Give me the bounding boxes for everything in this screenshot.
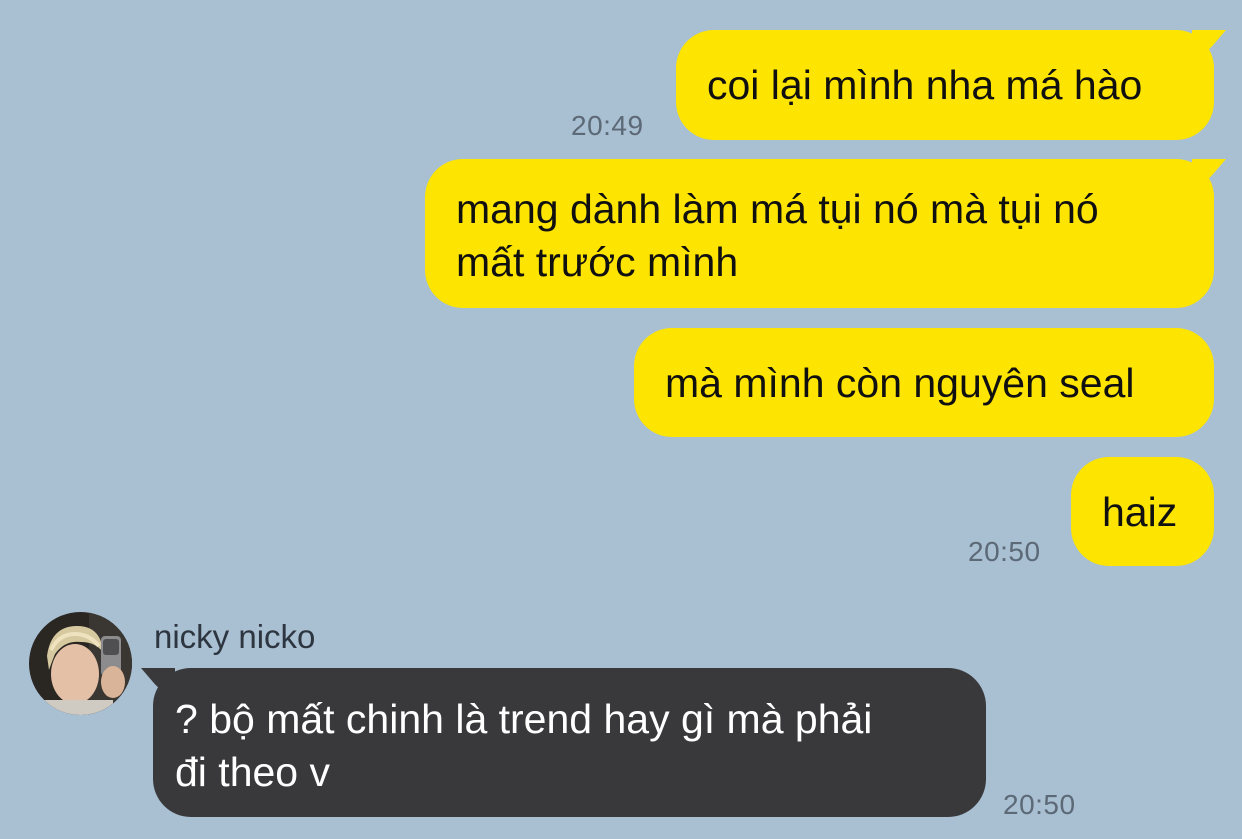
message-text: coi lại mình nha má hào [707, 62, 1143, 108]
outgoing-message-bubble[interactable]: mang dành làm má tụi nó mà tụi nó mất tr… [425, 159, 1226, 308]
bubble-tail-icon [1192, 159, 1226, 187]
message-text: ? bộ mất chinh là trend hay gì mà phải đ… [175, 696, 873, 795]
outgoing-message-bubble[interactable]: haiz [1071, 457, 1214, 566]
message-timestamp: 20:50 [968, 536, 1041, 567]
outgoing-message-bubble[interactable]: coi lại mình nha má hào [676, 30, 1226, 140]
message-text: mang dành làm má tụi nó mà tụi nó mất tr… [456, 186, 1099, 285]
message-timestamp: 20:49 [571, 110, 644, 141]
message-timestamp: 20:50 [1003, 789, 1076, 820]
bubble-tail-icon [141, 668, 175, 696]
sender-avatar[interactable] [29, 612, 132, 715]
incoming-message-bubble[interactable]: ? bộ mất chinh là trend hay gì mà phải đ… [141, 668, 986, 817]
avatar-image [29, 612, 132, 715]
bubble-tail-icon [1192, 30, 1226, 58]
message-text: mà mình còn nguyên seal [665, 360, 1135, 406]
sender-name: nicky nicko [154, 618, 316, 655]
message-text: haiz [1102, 489, 1178, 535]
outgoing-message-bubble[interactable]: mà mình còn nguyên seal [634, 328, 1214, 437]
